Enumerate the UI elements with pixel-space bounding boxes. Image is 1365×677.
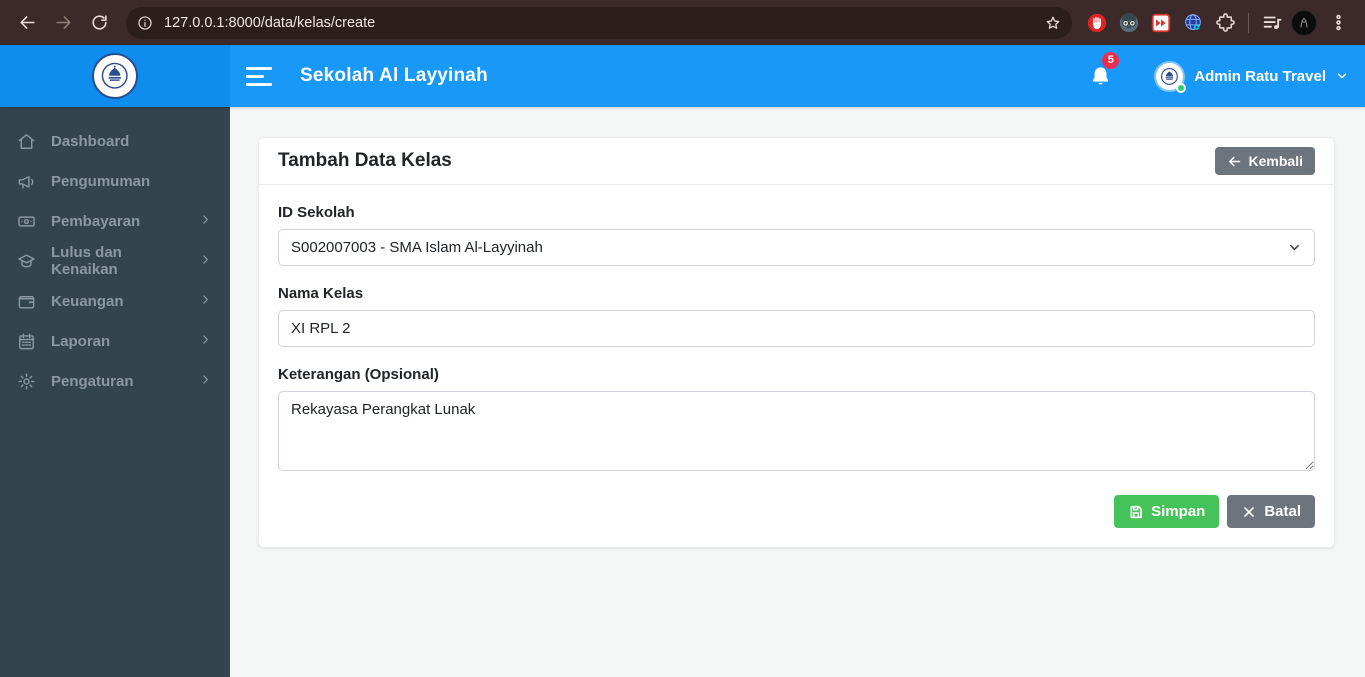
online-status-dot (1176, 82, 1187, 93)
chevron-right-icon (199, 213, 212, 230)
sidebar-item-laporan[interactable]: Laporan (0, 321, 230, 361)
site-info-icon[interactable] (132, 10, 158, 36)
graduation-cap-icon (18, 253, 35, 267)
chevron-right-icon (199, 333, 212, 350)
calendar-icon (19, 333, 34, 349)
extensions-puzzle-icon[interactable] (1210, 8, 1240, 38)
save-button-label: Simpan (1151, 503, 1206, 520)
app-title: Sekolah Al Layyinah (300, 65, 488, 86)
banknote-icon (18, 215, 35, 227)
sidebar-item-pengaturan[interactable]: Pengaturan (0, 361, 230, 401)
notifications-bell-icon[interactable]: 5 (1089, 51, 1120, 88)
user-name: Admin Ratu Travel (1194, 67, 1326, 85)
sidebar-item-label: Laporan (51, 332, 111, 350)
user-avatar (1154, 60, 1187, 93)
cancel-button-label: Batal (1264, 503, 1301, 520)
globe-extension-icon[interactable] (1178, 8, 1208, 38)
chevron-right-icon (199, 253, 212, 270)
main-content: Tambah Data Kelas Kembali ID Sekolah S00… (230, 107, 1365, 677)
card-body: ID Sekolah S002007003 - SMA Islam Al-Lay… (259, 185, 1334, 547)
sidebar-item-pembayaran[interactable]: Pembayaran (0, 201, 230, 241)
sidebar: Dashboard Pengumuman Pembayaran Lulus da… (0, 107, 230, 677)
keterangan-group: Keterangan (Opsional) Rekayasa Perangkat… (278, 366, 1315, 476)
gear-icon (18, 373, 35, 389)
browser-toolbar: 127.0.0.1:8000/data/kelas/create (0, 0, 1365, 45)
back-button[interactable]: Kembali (1214, 147, 1315, 175)
nama-kelas-input[interactable] (278, 310, 1315, 347)
nama-kelas-label: Nama Kelas (278, 285, 364, 302)
arrow-left-icon (1228, 156, 1240, 166)
chevron-right-icon (199, 373, 212, 390)
save-button[interactable]: Simpan (1114, 495, 1220, 528)
brand-area (0, 45, 230, 107)
keterangan-label: Keterangan (Opsional) (278, 366, 439, 383)
school-logo (92, 53, 138, 99)
refresh-icon[interactable] (82, 6, 116, 40)
back-button-label: Kembali (1248, 153, 1303, 169)
address-bar[interactable]: 127.0.0.1:8000/data/kelas/create (126, 6, 1072, 39)
sidebar-item-pengumuman[interactable]: Pengumuman (0, 161, 230, 201)
sidebar-item-dashboard[interactable]: Dashboard (0, 121, 230, 161)
form-card: Tambah Data Kelas Kembali ID Sekolah S00… (258, 137, 1335, 548)
wallet-icon (18, 295, 35, 309)
forward-icon[interactable] (46, 6, 80, 40)
form-actions: Simpan Batal (278, 495, 1315, 528)
chevron-right-icon (199, 293, 212, 310)
sidebar-item-keuangan[interactable]: Keuangan (0, 281, 230, 321)
cancel-button[interactable]: Batal (1227, 495, 1315, 528)
chevron-down-icon (1337, 73, 1347, 79)
sidebar-item-label: Pengumuman (51, 172, 151, 190)
adblock-extension-icon[interactable] (1082, 8, 1112, 38)
toolbar-divider (1248, 12, 1249, 33)
keterangan-textarea[interactable]: Rekayasa Perangkat Lunak (278, 391, 1315, 471)
browser-profile-avatar[interactable] (1289, 8, 1319, 38)
id-sekolah-select[interactable]: S002007003 - SMA Islam Al-Layyinah (278, 229, 1315, 266)
playlist-icon[interactable] (1257, 8, 1287, 38)
user-menu[interactable]: Admin Ratu Travel (1154, 60, 1349, 93)
url-text: 127.0.0.1:8000/data/kelas/create (164, 14, 376, 31)
bookmark-star-icon[interactable] (1040, 10, 1066, 36)
sidebar-item-label: Keuangan (51, 292, 124, 310)
save-icon (1130, 505, 1142, 518)
page-title: Tambah Data Kelas (278, 150, 452, 171)
close-icon (1244, 506, 1255, 517)
sidebar-item-label: Pengaturan (51, 372, 134, 390)
back-icon[interactable] (10, 6, 44, 40)
id-sekolah-selected-value: S002007003 - SMA Islam Al-Layyinah (291, 239, 543, 256)
app-header: Sekolah Al Layyinah 5 Admin Ratu Travel (0, 45, 1365, 107)
fastforward-extension-icon[interactable] (1146, 8, 1176, 38)
home-icon (18, 133, 35, 149)
sidebar-item-label: Dashboard (51, 132, 130, 150)
sidebar-item-label: Pembayaran (51, 212, 141, 230)
id-sekolah-label: ID Sekolah (278, 204, 355, 221)
card-header: Tambah Data Kelas Kembali (259, 138, 1334, 185)
sidebar-toggle-icon[interactable] (246, 62, 274, 91)
nama-kelas-group: Nama Kelas (278, 285, 1315, 347)
chevron-down-icon (1290, 244, 1299, 251)
browser-menu-icon[interactable] (1321, 6, 1355, 40)
megaphone-icon (18, 175, 34, 189)
notification-count-badge: 5 (1102, 51, 1120, 69)
goggles-extension-icon[interactable] (1114, 8, 1144, 38)
sidebar-item-label: Lulus dan Kenaikan (51, 244, 122, 278)
sidebar-item-lulus-dan-kenaikan[interactable]: Lulus dan Kenaikan (0, 241, 230, 281)
id-sekolah-group: ID Sekolah S002007003 - SMA Islam Al-Lay… (278, 204, 1315, 266)
